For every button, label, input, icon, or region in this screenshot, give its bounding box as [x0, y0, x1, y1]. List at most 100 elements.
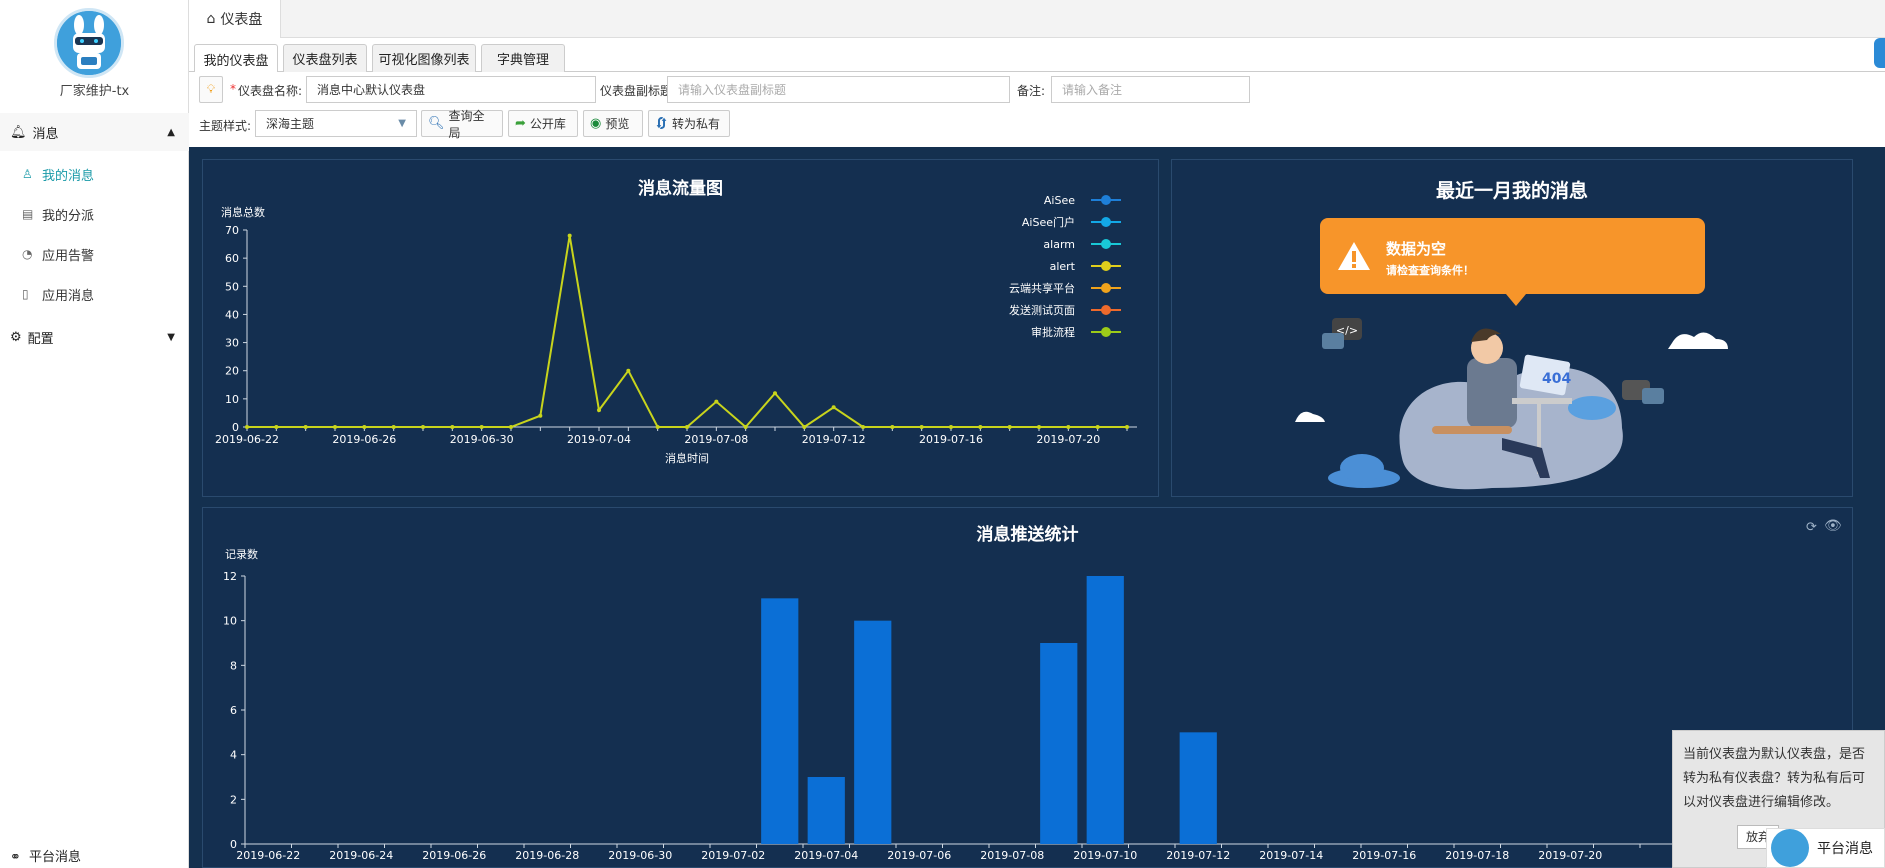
platform-message-float[interactable]: 平台消息: [1766, 828, 1885, 868]
x-tick-label: 2019-07-16: [919, 433, 983, 446]
y-tick-label: 20: [225, 365, 239, 378]
data-point: [567, 233, 572, 238]
data-point: [831, 405, 836, 410]
x-tick-label: 2019-06-30: [608, 849, 672, 862]
sidebar-group-config[interactable]: ⚙ 配置 ▼: [0, 318, 189, 356]
sidebar-item-app-messages[interactable]: ▯ 应用消息: [22, 283, 94, 305]
sidebar-item-label: 我的分派: [42, 208, 95, 224]
query-global-button[interactable]: 🔍︎ 查询全局: [421, 109, 503, 140]
lightbulb-icon[interactable]: 💡︎: [199, 76, 223, 103]
y-tick-label: 30: [225, 337, 239, 350]
subtitle-label: 仪表盘副标题:: [600, 84, 677, 98]
preview-button[interactable]: ◉ 预览: [583, 110, 643, 137]
y-tick-label: 50: [225, 280, 239, 293]
remark-input[interactable]: 请输入备注: [1051, 76, 1250, 103]
theme-select-value: 深海主题: [266, 117, 315, 131]
x-tick-label: 2019-07-20: [1538, 849, 1602, 862]
bar: [854, 620, 892, 844]
recent-messages-title: 最近一月我的消息: [1435, 180, 1588, 202]
tab-label: 仪表盘: [220, 12, 263, 28]
x-tick-label: 2019-06-28: [515, 849, 579, 862]
theme-select[interactable]: 深海主题 ▼: [255, 110, 417, 137]
button-label: 转为私有: [672, 117, 721, 131]
push-statistics-chart: 记录数0246810122019-06-22 2019-06-24 2019-06-…: [223, 548, 1852, 862]
eye-icon: ◉: [590, 116, 602, 131]
x-tick-label: 2019-07-10: [1073, 849, 1137, 862]
subtitle-input[interactable]: 请输入仪表盘副标题: [667, 76, 1010, 103]
tab-dictionary-management[interactable]: 字典管理: [481, 44, 565, 72]
data-point: [1066, 425, 1071, 429]
y-tick-label: 2: [230, 793, 237, 806]
platform-icon: ⚭: [10, 850, 21, 865]
sidebar-item-app-alarm[interactable]: ◔ 应用告警: [22, 243, 94, 265]
y-tick-label: 60: [225, 252, 239, 265]
bar: [1086, 576, 1124, 844]
button-label: 预览: [605, 117, 630, 131]
data-point: [655, 425, 660, 429]
legend-marker: [1101, 283, 1111, 293]
data-point: [685, 425, 689, 429]
name-label: 仪表盘名称:: [238, 84, 303, 98]
message-flow-chart: 消息总数0102030405060702019-06-22 2019-06-26 2…: [215, 194, 1137, 465]
document-icon: ▯: [22, 287, 29, 301]
data-point: [450, 425, 455, 429]
x-tick-label: 2019-07-14: [1259, 849, 1323, 862]
avatar[interactable]: [54, 8, 124, 78]
empty-data-subtitle: 请检查查询条件！: [1386, 264, 1474, 277]
chevron-down-icon: ▼: [398, 118, 406, 129]
sub-tab-bar: 我的仪表盘 仪表盘列表 可视化图像列表 字典管理: [189, 38, 1885, 73]
recent-messages-panel: 最近一月我的消息 数据为空 请检查查询条件！ </> 404: [1171, 159, 1853, 497]
data-point: [949, 425, 953, 429]
data-point: [362, 425, 367, 429]
user-icon: ♙: [22, 167, 33, 181]
sidebar-group-label: 配置: [27, 331, 54, 347]
legend-label: 云端共享平台: [1009, 281, 1075, 295]
home-icon: ⌂: [206, 11, 216, 27]
tab-dashboard-list[interactable]: 仪表盘列表: [283, 44, 367, 72]
sidebar-item-label: 我的消息: [42, 168, 95, 184]
y-axis-label: 消息总数: [221, 205, 265, 219]
to-private-button[interactable]: 🔄︎ 转为私有: [648, 110, 730, 137]
collapse-arrow-icon: ▲: [167, 126, 175, 138]
data-point: [1095, 425, 1100, 429]
data-point: [626, 368, 631, 373]
legend-marker: [1101, 261, 1111, 271]
sidebar-item-my-assign[interactable]: ▤ 我的分派: [22, 203, 94, 225]
warning-icon: [1338, 242, 1370, 270]
clipboard-icon: ▤: [22, 207, 34, 221]
sidebar-item-label: 应用告警: [42, 248, 95, 264]
sidebar-footer-label: 平台消息: [29, 850, 82, 865]
data-point: [509, 425, 513, 429]
legend-label: 审批流程: [1031, 325, 1075, 339]
side-float-button[interactable]: [1874, 38, 1885, 68]
top-tab-bar: ⌂ 仪表盘: [189, 0, 1885, 38]
search-icon: 🔍︎: [428, 116, 445, 131]
x-tick-label: 2019-06-24: [329, 849, 393, 862]
sidebar: 厂家维护-tx 🔔︎ 消息 ▲ ♙ 我的消息 ▤ 我的分派 ◔ 应用告警 ▯ 应…: [0, 0, 189, 868]
bar: [807, 777, 845, 844]
legend-marker: [1101, 327, 1111, 337]
bell-icon: 🔔︎: [10, 124, 27, 140]
tab-visual-image-list[interactable]: 可视化图像列表: [372, 44, 476, 72]
legend-marker: [1101, 217, 1111, 227]
message-flow-panel: 消息流量图 消息总数 0 10 20 30 40 50 60 70 2019-06-22 2019-…: [202, 159, 1159, 497]
empty-data-bubble: 数据为空 请检查查询条件！: [1320, 218, 1705, 306]
sidebar-footer-platform-messages[interactable]: ⚭ 平台消息: [10, 846, 81, 865]
404-illustration: </> 404: [1295, 318, 1728, 490]
sidebar-item-my-messages[interactable]: ♙ 我的消息: [22, 163, 94, 185]
y-axis-label: 记录数: [225, 548, 258, 561]
x-tick-label: 2019-07-18: [1445, 849, 1509, 862]
empty-data-title: 数据为空: [1386, 240, 1447, 258]
dashboard-name-input[interactable]: 消息中心默认仪表盘: [306, 76, 596, 103]
sidebar-group-messages[interactable]: 🔔︎ 消息 ▲: [0, 113, 189, 151]
tab-my-dashboard[interactable]: 我的仪表盘: [194, 44, 278, 73]
tab-dashboard[interactable]: ⌂ 仪表盘: [189, 0, 281, 38]
y-tick-label: 10: [225, 393, 239, 406]
data-point: [714, 399, 719, 404]
bar: [761, 598, 799, 844]
public-library-button[interactable]: ➦ 公开库: [508, 110, 578, 137]
x-axis-label: 消息时间: [665, 451, 709, 465]
legend-label: alert: [1050, 260, 1076, 273]
data-point: [802, 425, 807, 429]
y-tick-label: 70: [225, 224, 239, 237]
